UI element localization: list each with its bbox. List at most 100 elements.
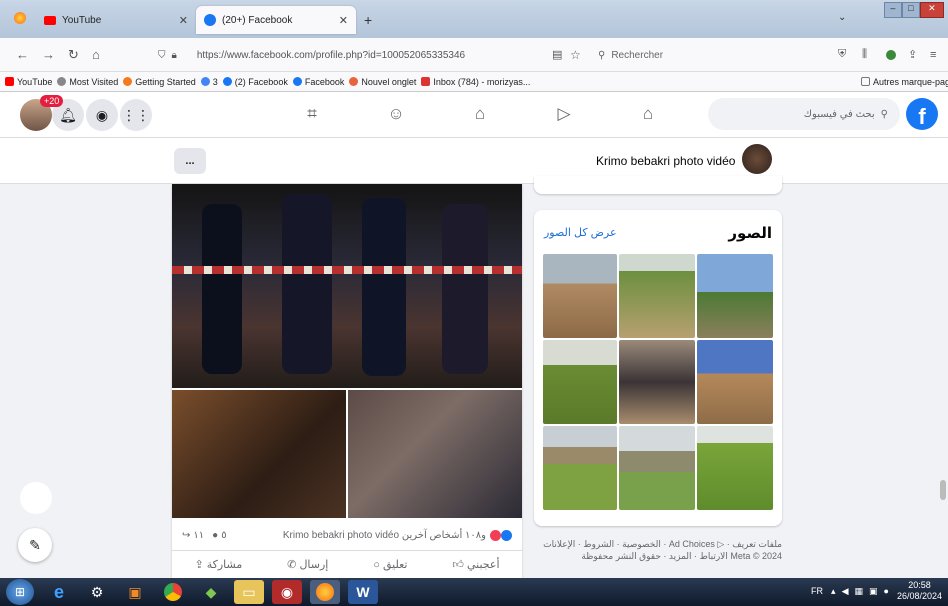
intro-card-bottom — [534, 176, 782, 194]
footer-line-2[interactable]: الارتباط · المزيد · حقوق النشر محفوظة Me… — [534, 550, 782, 562]
tray-arrow-icon[interactable]: ▴ — [831, 586, 836, 597]
network-icon[interactable]: ▦ — [854, 586, 863, 597]
share-label: مشاركة — [206, 559, 243, 571]
share-button[interactable]: ⇪ مشاركة — [194, 558, 242, 571]
minimize-button[interactable]: – — [884, 2, 902, 18]
bookmark-label: Most Visited — [69, 76, 119, 87]
language-indicator[interactable]: FR — [811, 586, 823, 596]
tray-app-icon[interactable]: ▣ — [869, 586, 878, 597]
reactions-summary[interactable]: Krimo bebakri photo vidéo و١٠٨ أشخاص آخر… — [283, 529, 512, 541]
shield-icon: ⛉ — [158, 49, 166, 61]
bookmark-facebook[interactable]: Facebook — [292, 77, 344, 87]
volume-icon[interactable]: ◀︎ — [842, 586, 849, 597]
post-photo-main[interactable] — [172, 184, 522, 388]
post-photo-left[interactable] — [172, 390, 346, 518]
close-tab-icon[interactable]: ✕ — [179, 14, 188, 27]
profile-avatar[interactable] — [742, 144, 772, 174]
app-icon[interactable]: ◆ — [196, 580, 226, 604]
see-all-photos-link[interactable]: عرض كل الصور — [544, 226, 617, 239]
bookmark-google[interactable]: 3 — [200, 76, 218, 87]
photo-thumb[interactable] — [619, 426, 695, 510]
firefox-taskbar-icon[interactable] — [310, 580, 340, 604]
share-icon[interactable]: ⇪ — [908, 48, 917, 61]
photo-thumb[interactable] — [697, 426, 773, 510]
file-explorer-icon[interactable]: ▭ — [234, 580, 264, 604]
facebook-search-input[interactable]: بحث في فيسبوك ⚲ — [708, 98, 900, 130]
photo-thumb[interactable] — [543, 340, 617, 424]
bookmark-getting-started[interactable]: Getting Started — [123, 77, 196, 87]
maximize-button[interactable]: □ — [901, 2, 920, 18]
groups-icon[interactable]: ☺ — [384, 104, 408, 124]
reader-mode-icon[interactable]: ▤ — [552, 48, 562, 61]
marketplace-icon[interactable]: ⌂ — [468, 104, 492, 124]
facebook-logo[interactable]: f — [906, 98, 938, 130]
messenger-button[interactable]: ◉ — [86, 99, 118, 131]
bookmark-star-icon[interactable]: ☆ — [570, 48, 581, 62]
folder-icon — [861, 77, 870, 86]
pocket-icon[interactable]: ⛨ — [838, 48, 846, 61]
photo-thumb[interactable] — [543, 254, 617, 338]
bookmark-other[interactable]: Autres marque-pages — [861, 77, 948, 87]
profile-name[interactable]: Krimo bebakri photo vidéo — [596, 154, 735, 168]
bookmark-youtube[interactable]: YouTube — [5, 77, 52, 87]
footer-line-1[interactable]: الخصوصية · الشروط · الإعلانات · Ad Choic… — [534, 538, 782, 550]
new-tab-button[interactable]: + — [364, 12, 372, 28]
clock[interactable]: 20:58 26/08/2024 — [897, 580, 942, 602]
photo-thumb[interactable] — [697, 254, 773, 338]
bookmark-label: 3 — [212, 76, 218, 87]
bookmark-new-tab[interactable]: Nouvel onglet — [349, 77, 416, 87]
bookmark-most-visited[interactable]: Most Visited — [57, 77, 118, 87]
search-placeholder: Rechercher — [611, 49, 664, 61]
reload-icon[interactable]: ↻ — [68, 47, 79, 63]
facebook-icon — [292, 77, 302, 86]
fox-icon — [349, 77, 359, 86]
url-bar[interactable]: ⛉ 🔒︎ https://www.facebook.com/profile.ph… — [150, 44, 590, 66]
search-icon: ⚲ — [598, 49, 606, 61]
menu-grid-button[interactable]: ⋮⋮ — [120, 99, 152, 131]
gaming-icon[interactable]: ⌗ — [300, 104, 324, 124]
tab-youtube[interactable]: YouTube ✕ — [36, 6, 196, 34]
bookmark-label: YouTube — [17, 76, 53, 87]
counts: ↪ ١١ ● ٥ — [182, 530, 227, 541]
post-photo-right[interactable] — [348, 390, 522, 518]
home-icon[interactable]: ⌂ — [92, 47, 100, 62]
bookmark-facebook-2[interactable]: (2) Facebook — [222, 77, 288, 87]
back-icon[interactable]: ← — [16, 47, 29, 62]
chrome-icon[interactable] — [158, 580, 188, 604]
tab-list-icon[interactable]: ⌄ — [838, 12, 846, 23]
extension-icon[interactable] — [886, 49, 896, 60]
photo-thumb[interactable] — [619, 340, 695, 424]
youtube-icon — [44, 15, 56, 25]
word-icon[interactable]: W — [348, 580, 378, 604]
watch-icon[interactable]: ▷ — [552, 104, 576, 124]
bookmark-gmail[interactable]: Inbox (784) - morizyas... — [421, 77, 530, 87]
photo-thumb[interactable] — [543, 426, 617, 510]
media-center-icon[interactable]: ▣ — [120, 580, 150, 604]
internet-explorer-icon[interactable]: e — [44, 580, 74, 604]
library-icon[interactable]: ⫼ — [862, 48, 867, 61]
app-active-icon[interactable]: ◉ — [272, 580, 302, 604]
start-button[interactable]: ⊞ — [6, 579, 34, 605]
browser-search-input[interactable]: ⚲ Rechercher — [592, 44, 802, 66]
page-scrollbar[interactable] — [940, 480, 946, 500]
home-icon[interactable]: ⌂ — [636, 104, 660, 124]
close-window-button[interactable]: ✕ — [919, 2, 944, 18]
left-blank-avatar[interactable] — [20, 482, 52, 514]
photo-figure — [442, 204, 488, 374]
google-icon — [200, 77, 210, 86]
menu-icon[interactable]: ≡ — [930, 49, 936, 61]
more-options-button[interactable]: ... — [174, 148, 206, 174]
photo-thumb[interactable] — [697, 340, 773, 424]
new-message-button[interactable]: ✎ — [18, 528, 52, 562]
like-button[interactable]: 👍︎ أعجبني — [452, 558, 499, 571]
bookmark-label: Inbox (784) - morizyas... — [433, 76, 531, 87]
tab-facebook[interactable]: (20+) Facebook ✕ — [196, 6, 356, 34]
close-tab-icon[interactable]: ✕ — [339, 14, 348, 27]
media-player-icon[interactable]: ⚙ — [82, 580, 112, 604]
forward-icon[interactable]: → — [42, 47, 55, 62]
gear-icon — [57, 77, 67, 86]
photo-thumb[interactable] — [619, 254, 695, 338]
comment-button[interactable]: ○ تعليق — [373, 558, 407, 571]
send-button[interactable]: ✆ إرسال — [287, 558, 328, 571]
chrome-tray-icon[interactable]: ● — [884, 586, 889, 596]
